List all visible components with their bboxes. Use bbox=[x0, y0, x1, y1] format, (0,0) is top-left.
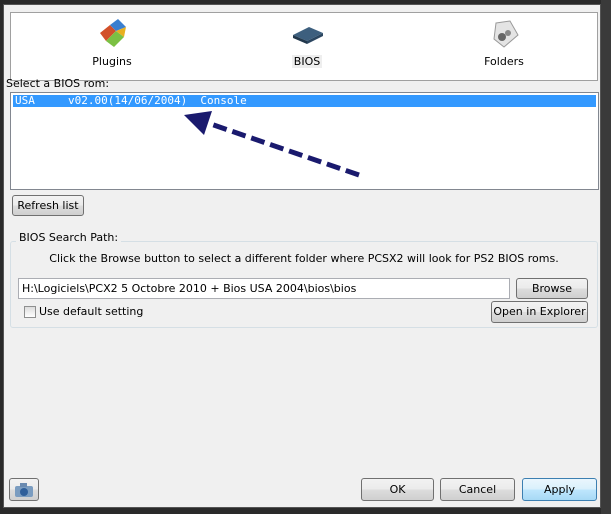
annotation-arrow bbox=[184, 111, 360, 178]
open-in-explorer-button[interactable]: Open in Explorer bbox=[491, 301, 588, 323]
use-default-label[interactable]: Use default setting bbox=[39, 305, 143, 318]
refresh-list-button[interactable]: Refresh list bbox=[12, 195, 84, 216]
window-frame bbox=[601, 0, 611, 514]
ok-button[interactable]: OK bbox=[361, 478, 434, 501]
tab-label: Folders bbox=[484, 55, 524, 68]
group-legend: BIOS Search Path: bbox=[16, 231, 122, 244]
cancel-button[interactable]: Cancel bbox=[440, 478, 515, 501]
tab-label: Plugins bbox=[92, 55, 132, 68]
search-path-hint: Click the Browse button to select a diff… bbox=[49, 252, 559, 265]
plugins-icon bbox=[100, 19, 126, 47]
tab-folders[interactable]: Folders bbox=[444, 13, 564, 80]
folders-icon bbox=[493, 20, 519, 48]
tab-bios[interactable]: BIOS bbox=[247, 13, 367, 80]
tab-plugins[interactable]: Plugins bbox=[52, 13, 172, 80]
use-default-checkbox[interactable] bbox=[24, 306, 36, 318]
camera-icon bbox=[15, 483, 33, 497]
bios-list-label: Select a BIOS rom: bbox=[6, 77, 110, 90]
browse-button[interactable]: Browse bbox=[516, 278, 588, 299]
apply-button[interactable]: Apply bbox=[522, 478, 597, 501]
chip-icon bbox=[293, 27, 323, 44]
bios-path-input[interactable]: H:\Logiciels\PCX2 5 Octobre 2010 + Bios … bbox=[18, 278, 510, 299]
category-tabs: Plugins BIOS Folders bbox=[10, 12, 598, 81]
screenshot-button[interactable] bbox=[9, 478, 39, 501]
tab-label: BIOS bbox=[291, 55, 323, 68]
bios-settings-dialog: Plugins BIOS Folders Select a BIOS rom: … bbox=[3, 4, 601, 508]
